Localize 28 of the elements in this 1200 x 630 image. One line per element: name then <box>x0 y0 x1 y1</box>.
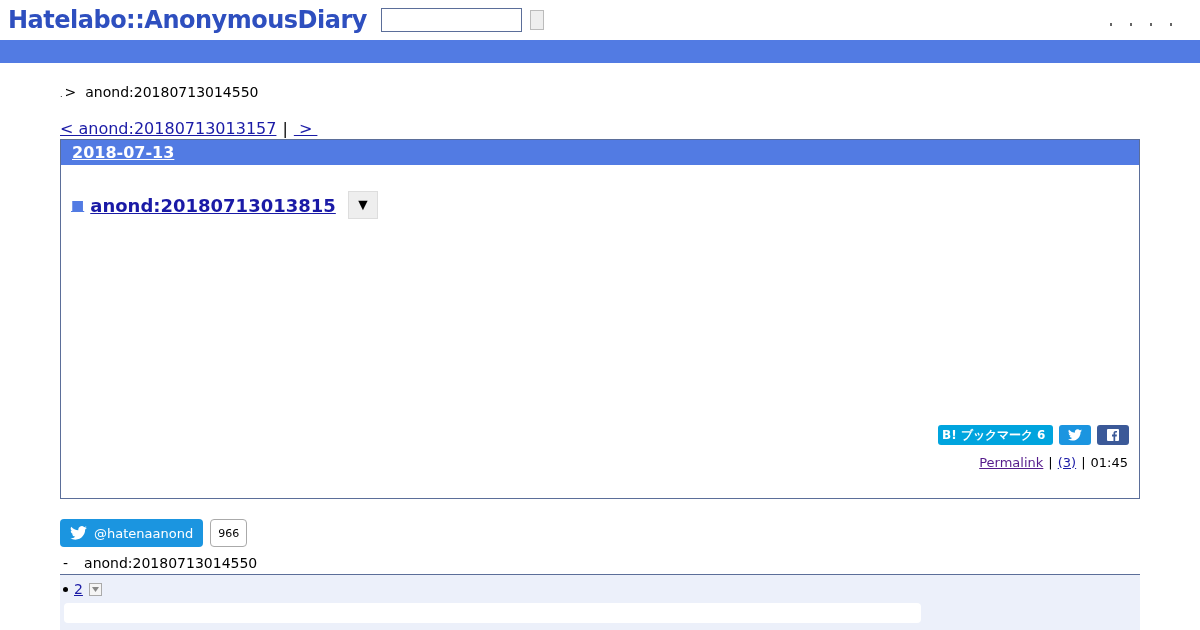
f-icon <box>1107 429 1119 441</box>
comments-link[interactable]: (3) <box>1057 455 1077 470</box>
twitter-share-button[interactable] <box>1059 425 1091 445</box>
entry-mark[interactable]: ■ <box>71 197 85 213</box>
follower-count: 966 <box>210 519 248 547</box>
bird-icon <box>1068 429 1082 441</box>
menu-button[interactable]: ▼ <box>347 191 378 219</box>
pager-divider: | <box>282 119 288 138</box>
bird-icon <box>70 526 87 540</box>
bullet-icon <box>63 586 68 592</box>
breadcrumb-separator: > <box>64 84 77 100</box>
permalink-link[interactable]: Permalink <box>979 455 1044 470</box>
site-logo[interactable]: Hatelabo::AnonymousDiary <box>8 6 367 34</box>
breadcrumb-mark: . <box>60 90 63 99</box>
entry-title-link[interactable]: anond:20180713013815 <box>90 194 336 216</box>
date-link[interactable]: 2018-07-13 <box>72 143 175 162</box>
footer-divider: | <box>1081 455 1086 470</box>
search-field[interactable] <box>380 8 522 32</box>
prev-link[interactable]: < anond:20180713013157 <box>60 119 277 138</box>
breadcrumb-current: anond:20180713014550 <box>85 84 259 100</box>
ref-link[interactable]: 2 <box>74 581 83 597</box>
dash-mark: - <box>63 555 69 571</box>
dropdown-icon[interactable] <box>88 582 102 596</box>
refs-title: anond:20180713014550 <box>84 555 258 571</box>
facebook-share-button[interactable] <box>1097 425 1129 445</box>
entry-time: 01:45 <box>1090 455 1128 470</box>
footer-divider: | <box>1048 455 1053 470</box>
next-link[interactable]: > <box>293 119 318 138</box>
